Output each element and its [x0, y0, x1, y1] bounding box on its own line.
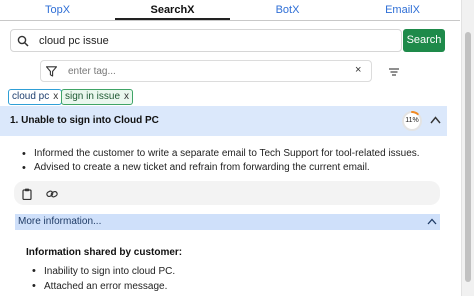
search-input[interactable] [39, 32, 389, 49]
scrollbar[interactable] [461, 0, 474, 296]
tag-chip-label: sign in issue [65, 91, 121, 102]
tag-chip-cloud-pc: cloud pc x [8, 89, 63, 105]
tab-emailx[interactable]: EmailX [345, 0, 460, 20]
list-item: Inability to sign into cloud PC. [32, 264, 175, 279]
search-icon [17, 35, 29, 47]
result-action-bar [14, 181, 440, 205]
tab-searchx[interactable]: SearchX [115, 0, 230, 20]
search-box [10, 29, 402, 52]
remove-tag-button[interactable]: x [124, 91, 129, 102]
tab-bar: TopX SearchX BotX EmailX [0, 0, 460, 21]
match-percent: 11% [405, 117, 419, 124]
tag-chip-sign-in-issue: sign in issue x [61, 89, 134, 105]
sort-icon[interactable] [389, 68, 399, 76]
tag-input[interactable] [68, 63, 338, 79]
more-information-toggle[interactable]: More information... [15, 214, 440, 230]
clipboard-icon[interactable] [22, 188, 32, 200]
info-section-title: Information shared by customer: [26, 247, 183, 258]
list-item: Attached an error message. [32, 279, 175, 294]
result-header[interactable]: 1. Unable to sign into Cloud PC [0, 106, 447, 136]
scrollbar-thumb[interactable] [465, 32, 471, 282]
tag-chip-label: cloud pc [12, 91, 50, 102]
chevron-up-icon[interactable] [430, 116, 441, 124]
search-button[interactable]: Search [403, 29, 445, 52]
link-icon[interactable] [46, 189, 58, 199]
list-item: Advised to create a new ticket and refra… [22, 161, 420, 175]
result-title: 1. Unable to sign into Cloud PC [10, 115, 159, 126]
remove-tag-button[interactable]: x [53, 91, 58, 102]
chevron-up-icon [427, 218, 437, 225]
filter-icon[interactable] [46, 66, 57, 77]
clear-icon[interactable]: × [355, 64, 361, 76]
result-summary-list: Informed the customer to write a separat… [22, 147, 420, 175]
tab-botx[interactable]: BotX [230, 0, 345, 20]
tab-topx[interactable]: TopX [0, 0, 115, 20]
customer-info-list: Inability to sign into cloud PC. Attache… [32, 264, 175, 294]
more-information-label: More information... [18, 216, 102, 227]
list-item: Informed the customer to write a separat… [22, 147, 420, 161]
